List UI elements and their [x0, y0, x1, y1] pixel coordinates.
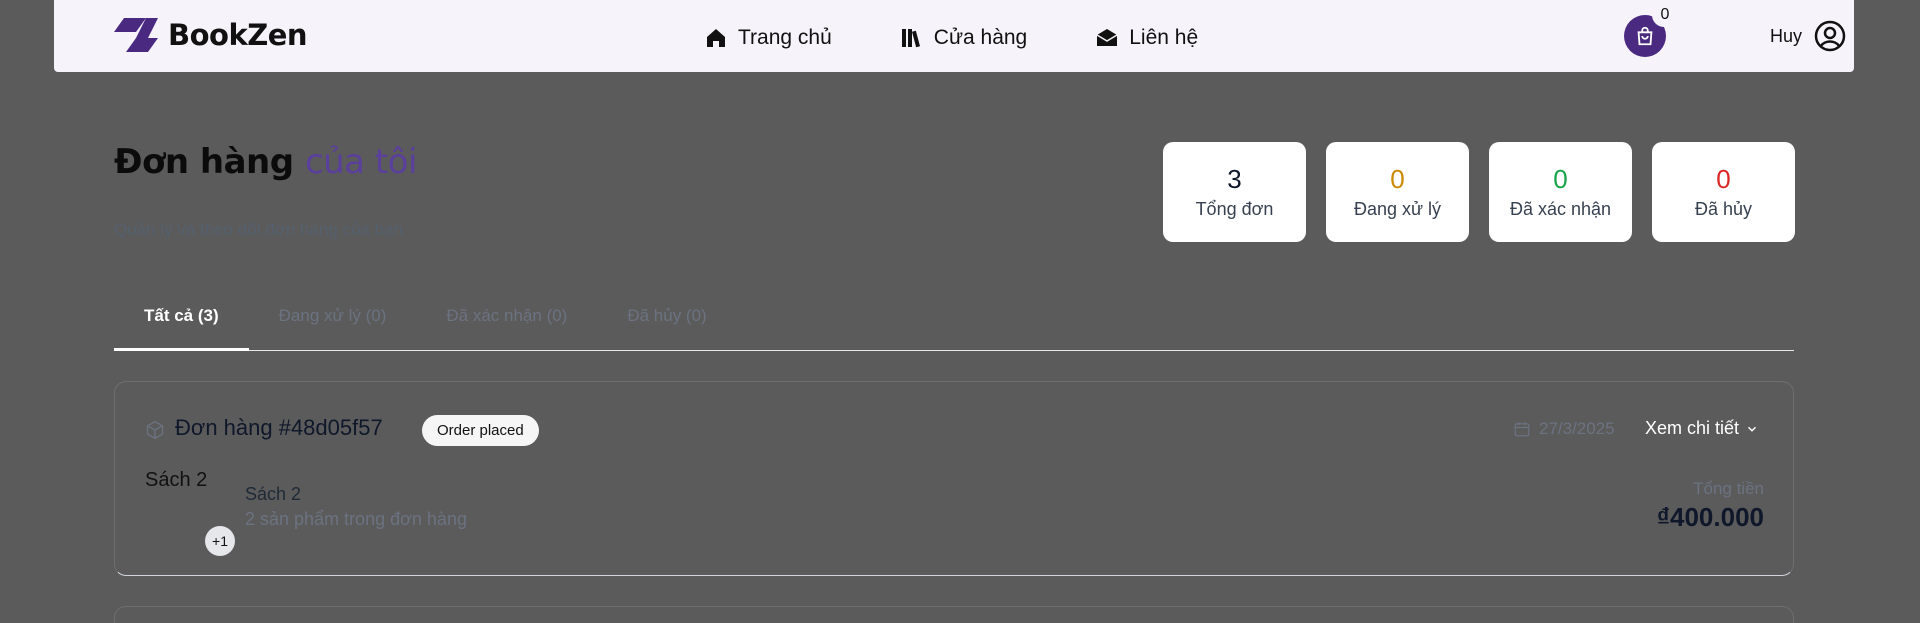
nav-item-contact[interactable]: Liên hệ	[1095, 26, 1198, 50]
stat-label: Đang xử lý	[1353, 199, 1442, 219]
package-icon	[146, 420, 164, 440]
nav-item-label: Liên hệ	[1129, 26, 1199, 49]
nav-item-shop[interactable]: Cửa hàng	[900, 26, 1027, 50]
main-nav: Trang chủ Cửa hàng Liên hệ	[704, 26, 1198, 50]
page-title-main: Đơn hàng	[114, 142, 294, 182]
stat-confirmed: 0 Đã xác nhận	[1489, 142, 1632, 242]
stat-total: 3 Tổng đơn	[1163, 142, 1306, 242]
books-icon	[901, 29, 920, 48]
view-detail-button[interactable]: Xem chi tiết	[1645, 418, 1759, 439]
stat-value: 3	[1227, 164, 1242, 194]
stat-label: Đã hủy	[1694, 199, 1753, 219]
nav-item-label: Trang chủ	[738, 26, 832, 49]
user-name[interactable]: Huy	[1770, 26, 1802, 47]
calendar-icon	[1514, 422, 1530, 437]
view-detail-label: Xem chi tiết	[1645, 418, 1740, 438]
stat-value: 0	[1390, 164, 1405, 194]
tab-confirmed[interactable]: Đã xác nhận (0)	[416, 294, 597, 351]
stat-label: Tổng đơn	[1195, 199, 1274, 219]
stat-value: 0	[1716, 164, 1731, 194]
tab-processing[interactable]: Đang xử lý (0)	[249, 294, 417, 351]
order-card: Đơn hàng #48d05f57 Order placed 27/3/202…	[114, 381, 1794, 576]
bookzen-logo-icon	[114, 18, 158, 52]
page-title: Đơn hàng của tôi	[114, 142, 417, 182]
brand[interactable]: BookZen	[114, 18, 308, 52]
product-count: 2 sản phẩm trong đơn hàng	[245, 509, 467, 529]
total-label: Tổng tiền	[1693, 479, 1764, 498]
status-badge: Order placed	[422, 415, 539, 446]
shopping-bag-icon	[1637, 26, 1653, 46]
more-items-badge: +1	[205, 526, 235, 556]
order-date: 27/3/2025	[1513, 419, 1615, 439]
stat-label: Đã xác nhận	[1509, 199, 1612, 219]
cart-count-badge: 0	[1652, 3, 1678, 27]
nav-item-home[interactable]: Trang chủ	[704, 26, 832, 50]
stat-cancelled: 0 Đã hủy	[1652, 142, 1795, 242]
user-circle-icon[interactable]	[1814, 20, 1846, 52]
stat-value: 0	[1553, 164, 1568, 194]
order-date-text: 27/3/2025	[1539, 419, 1615, 438]
product-name: Sách 2	[245, 484, 302, 504]
page-title-accent: của tôi	[304, 142, 417, 182]
stat-processing: 0 Đang xử lý	[1326, 142, 1469, 242]
order-tabs: Tất cả (3) Đang xử lý (0) Đã xác nhận (0…	[114, 294, 1794, 351]
chevron-down-icon	[1748, 426, 1757, 432]
page-subtitle: Quản lý và theo dõi đơn hàng của bạn	[114, 220, 404, 239]
total-value: ₫400.000	[1656, 502, 1764, 532]
order-id: Đơn hàng #48d05f57	[175, 415, 383, 440]
nav-item-label: Cửa hàng	[933, 26, 1028, 49]
top-navbar: BookZen Trang chủ Cửa hàng Liên hệ 0 Huy	[54, 0, 1854, 72]
order-card	[114, 606, 1794, 623]
envelope-open-icon	[1096, 29, 1118, 46]
home-icon	[707, 29, 725, 47]
tab-all[interactable]: Tất cả (3)	[114, 294, 249, 351]
product-thumbnail[interactable]: Sách 2	[145, 467, 215, 537]
order-stats: 3 Tổng đơn 0 Đang xử lý 0 Đã xác nhận 0 …	[1163, 142, 1795, 242]
brand-name: BookZen	[168, 18, 308, 52]
tab-cancelled[interactable]: Đã hủy (0)	[597, 294, 736, 351]
